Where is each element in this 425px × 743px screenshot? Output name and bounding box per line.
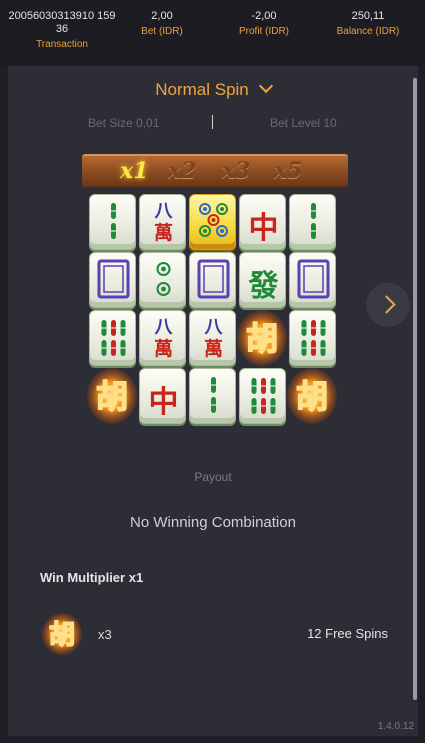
chevron-down-icon [258,78,273,94]
tile-bamboo-2 [189,368,236,424]
tile-character-8-wan: 八萬 [139,194,186,250]
next-spin-button[interactable] [366,283,410,327]
svg-text:胡: 胡 [49,620,75,650]
hu-wild-icon: 胡 [287,368,337,424]
tile-dots-5-gold [189,194,236,250]
history-header: 20056030313910 15936 Transaction 2,00 Be… [0,0,425,66]
scatter-count: x3 [98,627,112,642]
profit-value: -2,00 [251,10,277,22]
scrollbar[interactable] [413,78,417,700]
bet-level: Bet Level 10 [270,116,337,130]
win-multiplier: Win Multiplier x1 [40,570,144,585]
tile-green-dragon: 發 [239,252,286,308]
multiplier-bar: x1 x2 x3 x5 [82,154,348,188]
transaction-label: Transaction [36,39,88,50]
spin-detail-panel: Normal Spin Bet Size 0,01 Bet Level 10 x… [8,66,418,736]
transaction-column: 20056030313910 15936 Transaction [8,10,116,52]
multiplier-x5: x5 [274,158,303,184]
tile-red-dragon: 中 [139,368,186,424]
bet-column: 2,00 Bet (IDR) [120,10,204,39]
tile-bamboo-6 [89,310,136,366]
tile-character-8-wan: 八萬 [139,310,186,366]
reel-grid: 八萬中發八萬八萬胡胡中胡 [87,194,339,426]
multiplier-x1: x1 [120,158,149,184]
profit-column: -2,00 Profit (IDR) [222,10,306,39]
tile-bamboo-2 [289,194,336,250]
spin-type-dropdown[interactable]: Normal Spin [8,78,418,100]
free-spins-award: 12 Free Spins [307,626,388,641]
payout-result: No Winning Combination [130,514,296,531]
bet-divider [212,115,213,129]
multiplier-x3: x3 [222,158,251,184]
svg-text:胡: 胡 [296,378,328,416]
balance-value: 250,11 [351,10,385,22]
version-label: 1.4.0.12 [377,721,414,732]
bet-label: Bet (IDR) [141,26,183,37]
balance-label: Balance (IDR) [336,26,400,37]
svg-text:胡: 胡 [246,320,278,358]
spin-type-label: Normal Spin [155,80,249,99]
hu-wild-icon: 胡 [237,310,287,366]
hu-scatter-icon: 胡 [42,613,82,655]
svg-text:胡: 胡 [96,378,128,416]
tile-white-dragon [189,252,236,308]
tile-character-8-wan: 八萬 [189,310,236,366]
tile-white-dragon [289,252,336,308]
profit-label: Profit (IDR) [239,26,289,37]
tile-red-dragon: 中 [239,194,286,250]
payout-label: Payout [194,470,232,484]
bet-size: Bet Size 0,01 [88,116,160,130]
tile-bamboo-6 [239,368,286,424]
balance-column: 250,11 Balance (IDR) [326,10,410,39]
bet-value: 2,00 [151,10,173,22]
hu-wild-icon: 胡 [87,368,137,424]
tile-dots-2 [139,252,186,308]
transaction-id: 20056030313910 15936 [8,10,116,35]
tile-white-dragon [89,252,136,308]
tile-bamboo-2 [89,194,136,250]
tile-bamboo-6 [289,310,336,366]
multiplier-x2: x2 [168,158,197,184]
